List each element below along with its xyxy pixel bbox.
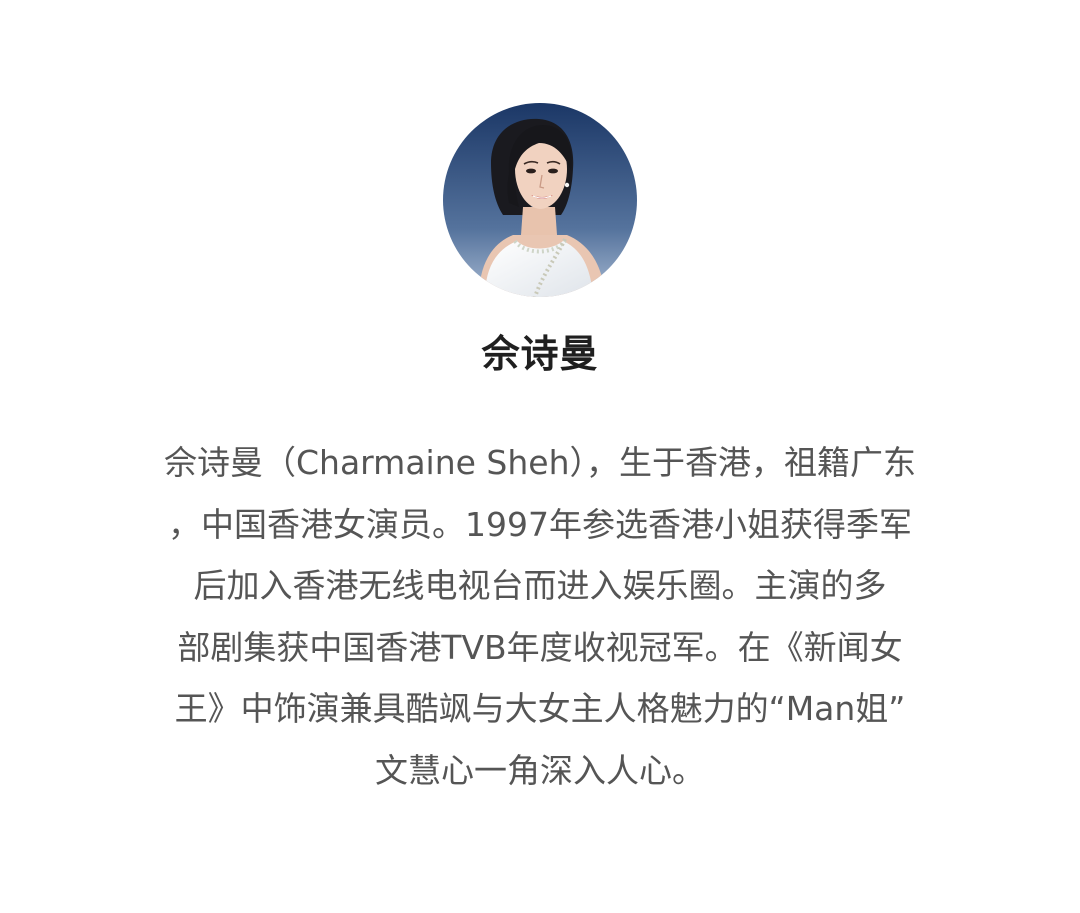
profile-name: 佘诗曼 [481, 332, 599, 376]
profile-bio: 佘诗曼（Charmaine Sheh），生于香港，祖籍广东 ，中国香港女演员。1… [0, 432, 1080, 801]
person-portrait-icon [443, 103, 637, 297]
bio-line: 后加入香港无线电视台而进入娱乐圈。主演的多 [193, 566, 887, 605]
bio-line: 部剧集获中国香港TVB年度收视冠军。在《新闻女 [177, 627, 903, 667]
bio-line: 王》中饰演兼具酷飒与大女主人格魅力的“Man姐” [174, 689, 906, 728]
bio-line: 佘诗曼（Charmaine Sheh），生于香港，祖籍广东 [164, 443, 916, 482]
avatar[interactable] [443, 103, 637, 297]
bio-line: ，中国香港女演员。1997年参选香港小姐获得季军 [168, 504, 912, 544]
bio-line: 文慧心一角深入人心。 [375, 750, 705, 790]
profile-card: 佘诗曼 佘诗曼（Charmaine Sheh），生于香港，祖籍广东 ，中国香港女… [0, 0, 1080, 913]
